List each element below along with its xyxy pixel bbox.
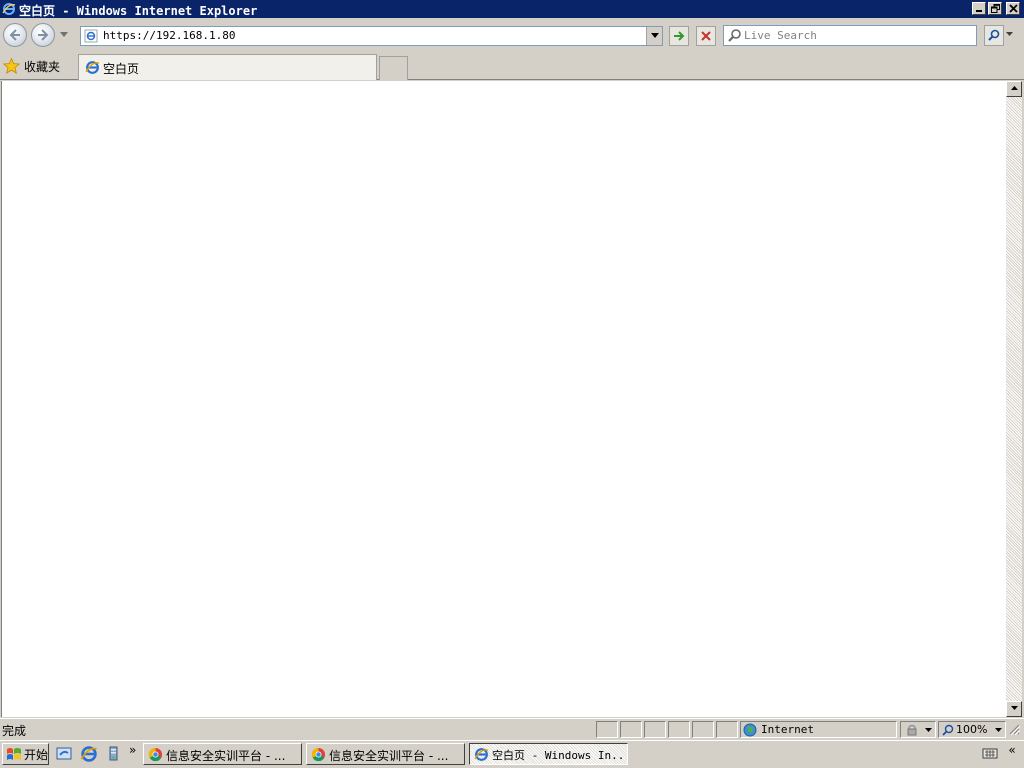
ie-icon bbox=[474, 747, 489, 764]
title-bar[interactable]: 空白页 - Windows Internet Explorer bbox=[0, 0, 1024, 18]
ie-quick-launch-icon[interactable] bbox=[80, 745, 98, 763]
show-desktop-icon[interactable] bbox=[55, 745, 73, 763]
zoom-control[interactable]: 100% bbox=[938, 721, 1006, 738]
chevron-down-icon bbox=[925, 728, 932, 732]
go-arrow-icon bbox=[674, 31, 685, 41]
taskbar-button-label: 信息安全实训平台 - ... bbox=[166, 749, 286, 763]
ie-icon bbox=[85, 60, 100, 78]
tray-expand-button[interactable]: « bbox=[1003, 743, 1021, 765]
chevron-down-icon bbox=[650, 33, 659, 38]
restore-button[interactable] bbox=[988, 2, 1002, 15]
status-bar: 完成 Internet 100% bbox=[0, 718, 1024, 739]
taskbar-button-label: 信息安全实训平台 - ... bbox=[329, 749, 449, 763]
protected-mode-button[interactable] bbox=[900, 721, 936, 738]
zoom-icon bbox=[942, 724, 954, 739]
star-icon bbox=[2, 57, 21, 77]
restore-icon bbox=[990, 4, 1000, 13]
close-icon bbox=[1008, 4, 1018, 13]
window-title: 空白页 - Windows Internet Explorer bbox=[19, 4, 258, 18]
minimize-icon bbox=[976, 10, 982, 12]
zoom-level: 100% bbox=[956, 723, 988, 736]
address-input[interactable]: https://192.168.1.80 bbox=[103, 29, 235, 42]
recent-pages-dropdown-icon[interactable] bbox=[60, 32, 68, 38]
magnifier-icon bbox=[987, 29, 999, 41]
search-button[interactable] bbox=[984, 25, 1004, 46]
status-text: 完成 bbox=[2, 724, 27, 738]
tab-blank-page[interactable]: 空白页 bbox=[78, 54, 377, 80]
chrome-icon bbox=[311, 747, 326, 764]
globe-icon bbox=[743, 723, 757, 740]
page-icon bbox=[84, 29, 98, 46]
status-pane bbox=[620, 721, 642, 738]
favorites-label: 收藏夹 bbox=[24, 60, 61, 74]
chevron-down-icon bbox=[1010, 706, 1018, 710]
lock-icon bbox=[907, 724, 917, 736]
address-bar[interactable]: https://192.168.1.80 bbox=[80, 26, 663, 46]
favorites-tab-bar: 收藏夹 空白页 bbox=[0, 52, 1024, 80]
close-button[interactable] bbox=[1006, 2, 1020, 15]
server-manager-icon[interactable] bbox=[104, 745, 122, 763]
ie-icon bbox=[2, 2, 16, 16]
scroll-up-button[interactable] bbox=[1006, 81, 1022, 97]
page-content[interactable] bbox=[1, 81, 1006, 717]
back-arrow-icon bbox=[9, 29, 20, 41]
search-input[interactable] bbox=[744, 27, 972, 43]
search-icon bbox=[728, 28, 742, 45]
status-pane bbox=[716, 721, 738, 738]
start-button[interactable]: 开始 bbox=[2, 743, 49, 765]
taskbar: 开始 » 信息安全实训平台 - ... 信息安全实训平台 - ... 空白页 -… bbox=[0, 740, 1024, 768]
status-pane bbox=[596, 721, 618, 738]
go-button[interactable] bbox=[669, 26, 689, 46]
security-zone[interactable]: Internet bbox=[740, 721, 897, 738]
scroll-down-button[interactable] bbox=[1006, 701, 1022, 717]
vertical-scrollbar[interactable] bbox=[1006, 81, 1022, 717]
taskbar-button-active[interactable]: 空白页 - Windows In... bbox=[469, 743, 628, 765]
address-dropdown-button[interactable] bbox=[646, 27, 662, 45]
back-button[interactable] bbox=[3, 23, 27, 47]
tab-label: 空白页 bbox=[103, 62, 140, 76]
taskbar-button[interactable]: 信息安全实训平台 - ... bbox=[143, 743, 302, 765]
new-tab-button[interactable] bbox=[379, 56, 408, 80]
resize-grip-icon[interactable] bbox=[1008, 723, 1020, 735]
windows-logo-icon bbox=[6, 747, 22, 765]
taskbar-button-label: 空白页 - Windows In... bbox=[492, 749, 628, 762]
taskbar-button[interactable]: 信息安全实训平台 - ... bbox=[306, 743, 465, 765]
quick-launch-more-button[interactable]: » bbox=[129, 743, 136, 757]
stop-x-icon bbox=[701, 31, 711, 41]
forward-arrow-icon bbox=[38, 29, 49, 41]
search-box[interactable] bbox=[723, 25, 977, 46]
chrome-icon bbox=[148, 747, 163, 764]
search-options-dropdown-icon[interactable] bbox=[1006, 32, 1013, 37]
minimize-button[interactable] bbox=[972, 2, 986, 15]
forward-button[interactable] bbox=[31, 23, 55, 47]
keyboard-icon[interactable] bbox=[982, 746, 998, 763]
chevron-down-icon bbox=[995, 728, 1002, 732]
stop-button[interactable] bbox=[696, 26, 716, 46]
status-pane bbox=[668, 721, 690, 738]
chevron-up-icon bbox=[1010, 86, 1018, 90]
zone-label: Internet bbox=[761, 723, 814, 736]
status-pane bbox=[644, 721, 666, 738]
status-pane bbox=[692, 721, 714, 738]
navigation-bar: https://192.168.1.80 bbox=[0, 18, 1024, 52]
start-label: 开始 bbox=[24, 748, 49, 762]
